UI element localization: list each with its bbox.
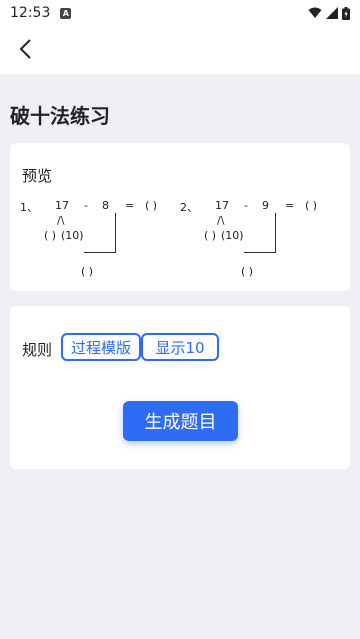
connector-bracket [244, 213, 276, 253]
preview-label: 预览 [22, 167, 53, 185]
wifi-icon [308, 7, 322, 18]
app-header [0, 26, 360, 74]
problem-equals: = [125, 199, 135, 212]
bottom-blank: ( ) [241, 265, 254, 278]
split-right-ten: (10) [221, 229, 244, 242]
split-left-blank: ( ) [44, 229, 57, 242]
connector-bracket [84, 213, 116, 253]
status-time: 12:53 [10, 5, 51, 21]
split-mark: /\ [217, 214, 225, 227]
problem-subtrahend: 9 [262, 199, 269, 212]
problem-index: 2、 [180, 201, 198, 214]
problem-operator: - [84, 199, 88, 212]
signal-icon [326, 7, 338, 19]
notification-icon: A [60, 7, 72, 19]
problem-minuend: 17 [215, 199, 229, 212]
status-icons [308, 6, 350, 20]
problem-index: 1、 [20, 201, 38, 214]
rule-chip-process-template[interactable]: 过程模版 [61, 333, 141, 361]
chevron-left-icon [19, 39, 31, 59]
battery-icon [342, 6, 350, 20]
problem-subtrahend: 8 [102, 199, 109, 212]
bottom-blank: ( ) [81, 265, 94, 278]
problem-operator: - [244, 199, 248, 212]
problem-item: 1、 17 - 8 = ( ) /\ ( ) (10) ( ) [20, 199, 180, 279]
preview-card: 预览 1、 17 - 8 = ( ) /\ ( ) (10) ( ) 2、 17… [10, 143, 350, 291]
problem-equals: = [285, 199, 295, 212]
split-mark: /\ [57, 214, 65, 227]
status-bar: 12:53 A [0, 0, 360, 26]
problem-item: 2、 17 - 9 = ( ) /\ ( ) (10) ( ) [180, 199, 340, 279]
rule-chip-show-ten[interactable]: 显示10 [141, 333, 219, 361]
split-left-blank: ( ) [204, 229, 217, 242]
split-right-ten: (10) [61, 229, 84, 242]
problem-minuend: 17 [55, 199, 69, 212]
generate-button[interactable]: 生成题目 [123, 401, 238, 441]
back-button[interactable] [12, 36, 38, 62]
rules-label: 规则 [22, 341, 53, 359]
page-title: 破十法练习 [10, 104, 110, 128]
answer-blank: ( ) [305, 199, 318, 212]
rules-card: 规则 过程模版 显示10 生成题目 [10, 306, 350, 469]
answer-blank: ( ) [145, 199, 158, 212]
